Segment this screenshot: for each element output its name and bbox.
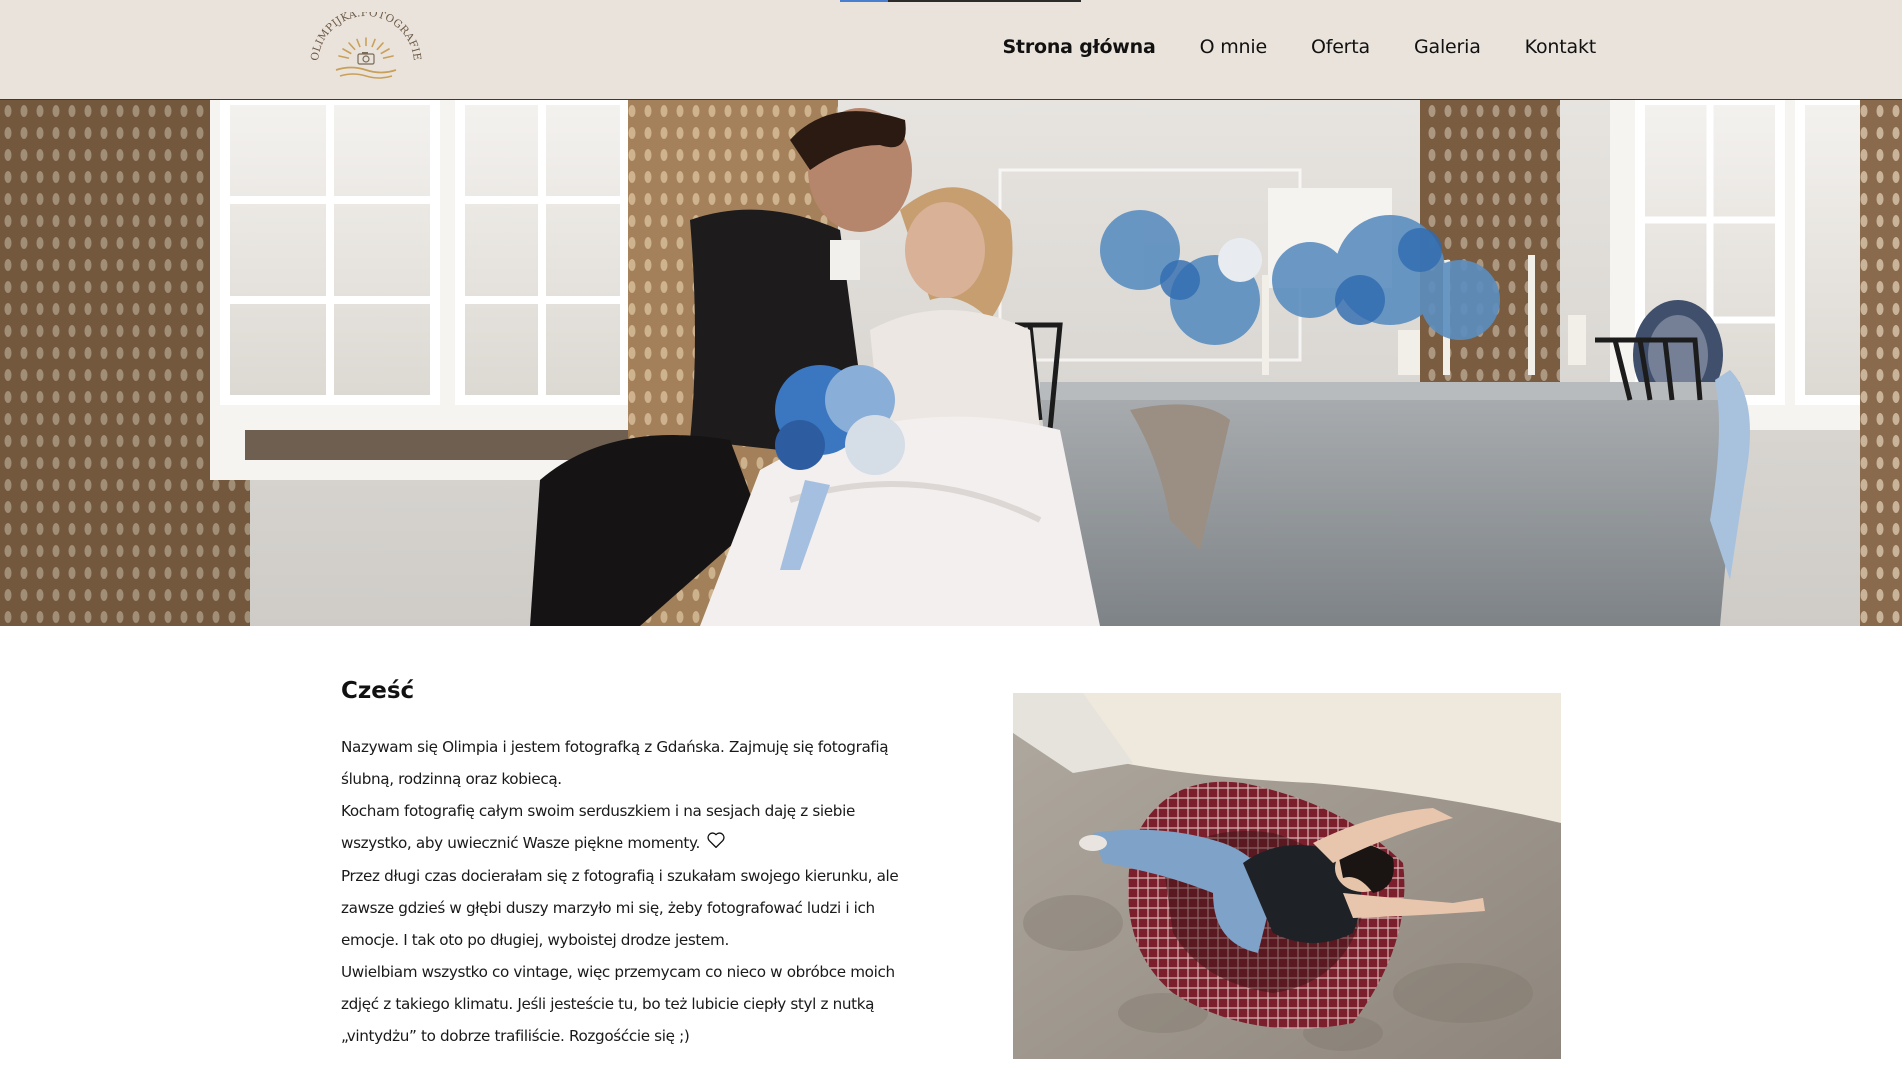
- about-title: Cześć: [341, 678, 415, 704]
- nav-item-contact[interactable]: Kontakt: [1525, 36, 1597, 58]
- nav-item-about[interactable]: O mnie: [1200, 36, 1268, 58]
- site-header: OLIMPIJKA.FOTOGRAFIE Strona główna O mni…: [0, 0, 1902, 100]
- scroll-progress-bar: [840, 0, 1081, 2]
- about-section: Cześć Nazywam się Olimpia i jestem fotog…: [341, 678, 901, 1052]
- about-bio: Nazywam się Olimpia i jestem fotografką …: [341, 731, 901, 1052]
- scroll-progress-fill: [840, 0, 889, 2]
- heart-icon: [706, 828, 726, 860]
- bio-paragraph: Kocham fotografię całym swoim serduszkie…: [341, 795, 901, 860]
- bio-paragraph: Uwielbiam wszystko co vintage, więc prze…: [341, 962, 895, 1045]
- portrait-image: [1013, 693, 1561, 1059]
- hero-image: [0, 100, 1902, 626]
- nav-item-home[interactable]: Strona główna: [1002, 36, 1155, 58]
- bio-paragraph: Nazywam się Olimpia i jestem fotografką …: [341, 738, 889, 788]
- bio-paragraph: Przez długi czas docierałam się z fotogr…: [341, 866, 899, 949]
- main-nav: Strona główna O mnie Oferta Galeria Kont…: [1002, 36, 1596, 58]
- site-logo[interactable]: OLIMPIJKA.FOTOGRAFIE: [308, 7, 424, 88]
- nav-item-gallery[interactable]: Galeria: [1414, 36, 1481, 58]
- nav-item-offer[interactable]: Oferta: [1311, 36, 1370, 58]
